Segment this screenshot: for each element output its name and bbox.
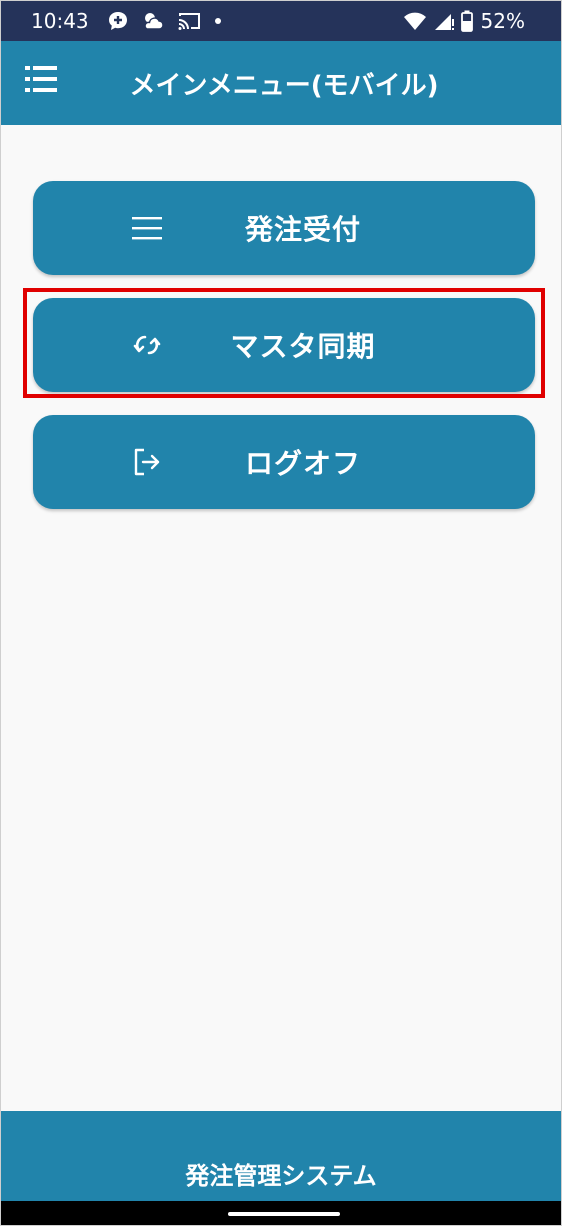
navigation-bar xyxy=(1,1201,561,1225)
signal-icon xyxy=(433,11,455,31)
battery-percent: 52% xyxy=(480,9,525,33)
phone-screen: 10:43 52% メインメニュー(モバイル) 発注受付 マスタ同期 ログオフ … xyxy=(0,0,562,1226)
logoff-label: ログオフ xyxy=(244,447,361,480)
app-bar: メインメニュー(モバイル) xyxy=(1,41,561,125)
battery-icon xyxy=(460,10,473,32)
logoff-button[interactable]: ログオフ xyxy=(33,415,535,509)
wifi-icon xyxy=(403,11,427,31)
status-right: 52% xyxy=(403,1,525,41)
status-left: 10:43 xyxy=(31,1,235,41)
status-time: 10:43 xyxy=(31,9,89,33)
order-receipt-button[interactable]: 発注受付 xyxy=(33,181,535,275)
footer-title: 発注管理システム xyxy=(185,1162,377,1190)
master-sync-button[interactable]: マスタ同期 xyxy=(33,298,535,392)
home-indicator[interactable] xyxy=(228,1212,340,1216)
cast-icon xyxy=(177,11,201,31)
status-bar: 10:43 52% xyxy=(1,1,561,41)
master-sync-label: マスタ同期 xyxy=(230,330,376,363)
order-receipt-label: 発注受付 xyxy=(244,213,361,246)
list-menu-icon xyxy=(25,66,57,92)
weather-icon xyxy=(141,10,165,32)
page-title: メインメニュー(モバイル) xyxy=(129,70,439,101)
messenger-plus-icon xyxy=(107,10,129,32)
footer-bar: 発注管理システム xyxy=(1,1111,561,1201)
dot-icon xyxy=(213,16,223,26)
hamburger-menu-button[interactable] xyxy=(19,59,63,99)
